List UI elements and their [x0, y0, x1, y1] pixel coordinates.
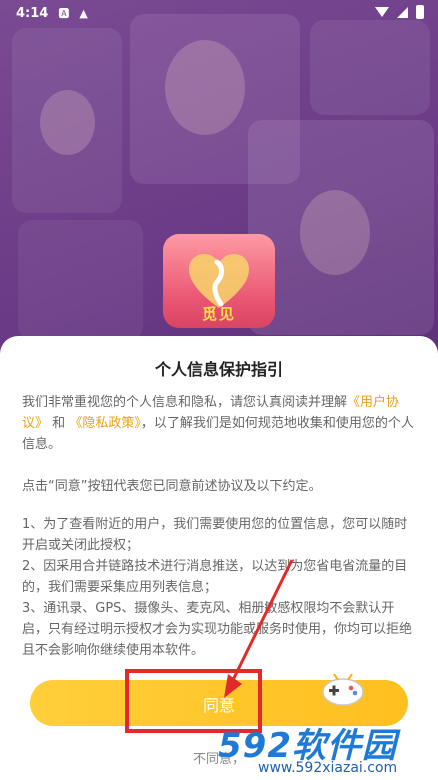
watermark: 592软件园 www.592xiazai.com	[210, 718, 438, 780]
status-time: 4:14	[16, 5, 49, 21]
app-name: 觅见	[201, 305, 236, 323]
face-shape	[300, 190, 370, 275]
dialog-title: 个人信息保护指引	[154, 360, 283, 379]
photo-tile	[18, 220, 143, 340]
signal-icon	[397, 6, 408, 18]
terms-item: 3、通讯录、GPS、摄像头、麦克风、相册敏感权限均不会默认开启，只有经过明示授权…	[22, 601, 413, 658]
watermark-url: www.592xiazai.com	[258, 760, 398, 776]
terms-item: 1、为了查看附近的用户，我们需要使用您的位置信息，您可以随时开启或关闭此授权；	[22, 517, 408, 553]
face-shape	[40, 90, 95, 155]
a-icon: 🅰	[58, 7, 70, 20]
wifi-icon	[375, 7, 389, 17]
intro-and: 和	[52, 416, 66, 431]
status-bar: 4:14 🅰 ▲	[0, 0, 438, 26]
terms-item: 2、因采用合并链路技术进行消息推送，以达到为您省电省流量的目的，我们需要采集应用…	[22, 559, 408, 595]
gamepad-icon	[322, 673, 364, 706]
app-logo: 觅见	[163, 234, 275, 328]
notice-text: 点击“同意”按钮代表您已同意前述协议及以下约定。	[22, 479, 322, 494]
heart-icon	[189, 254, 249, 308]
battery-icon	[416, 5, 424, 19]
face-shape	[165, 40, 245, 135]
intro-part1: 我们非常重视您的个人信息和隐私，请您认真阅读并理解	[22, 395, 348, 410]
intro-text: 我们非常重视您的个人信息和隐私，请您认真阅读并理解《用户协议》 和 《隐私政策》…	[22, 392, 416, 455]
warning-icon: ▲	[79, 6, 88, 20]
privacy-policy-link[interactable]: 《隐私政策》	[69, 416, 141, 431]
terms-list: 1、为了查看附近的用户，我们需要使用您的位置信息，您可以随时开启或关闭此授权； …	[22, 514, 416, 661]
photo-tile	[310, 20, 430, 115]
